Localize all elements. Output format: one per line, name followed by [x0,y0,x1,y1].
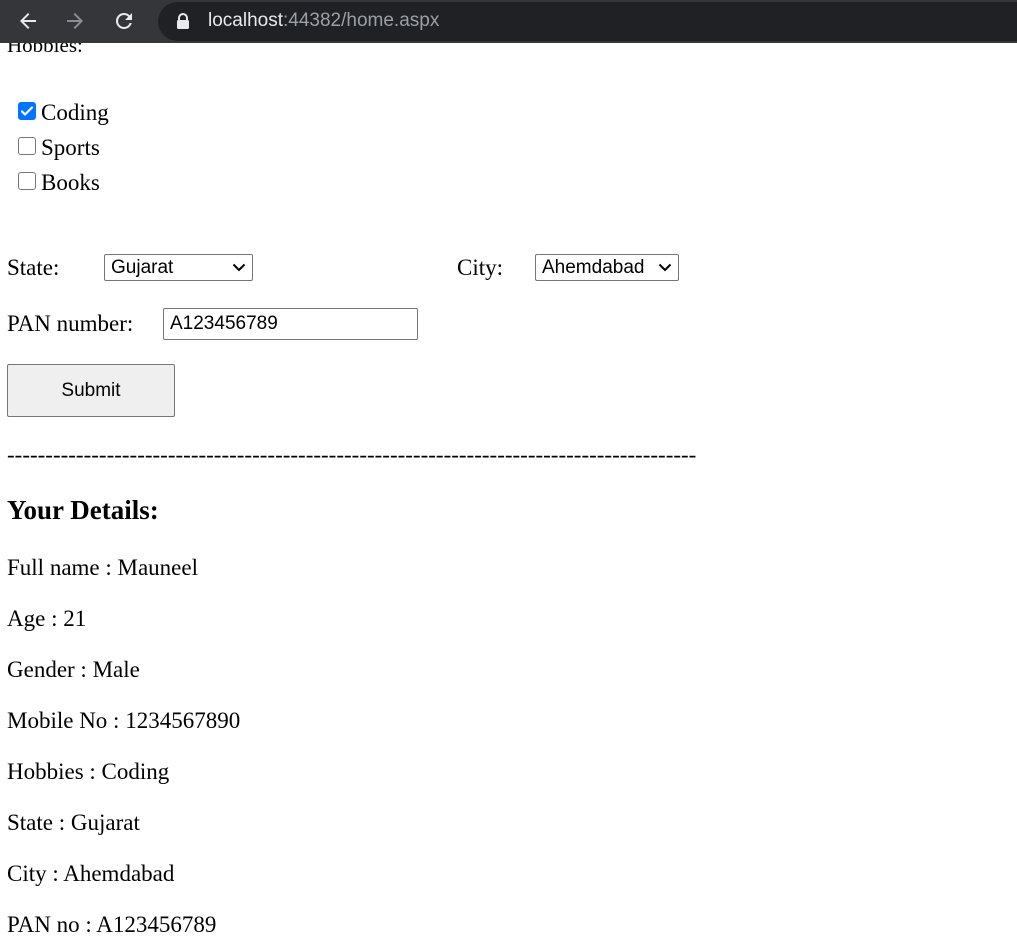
back-button[interactable] [13,6,43,36]
reload-icon [115,12,132,30]
arrow-right-icon [67,13,83,29]
browser-toolbar: localhost:44382/home.aspx [0,0,1017,43]
hobby-sports-checkbox[interactable] [18,137,36,155]
state-select-value: Gujarat [111,257,174,278]
detail-hobbies: Hobbies : Coding [7,759,170,784]
url-text: localhost:44382/home.aspx [208,10,439,32]
hobby-coding-row[interactable]: Coding [18,100,109,126]
detail-pan: PAN no : A123456789 [7,912,217,937]
url-host: localhost [208,10,283,31]
hobby-coding-checkbox[interactable] [18,102,36,120]
hobby-books-label[interactable]: Books [41,170,100,196]
city-select[interactable]: Ahemdabad [535,254,679,281]
hobby-sports-row[interactable]: Sports [18,135,100,161]
city-select-value: Ahemdabad [542,257,645,278]
checkmark-icon [20,106,34,116]
submit-button[interactable]: Submit [7,364,175,417]
divider-line: ----------------------------------------… [7,442,697,467]
forward-button[interactable] [60,6,90,36]
detail-gender: Gender : Male [7,657,140,682]
hobby-coding-label[interactable]: Coding [41,100,109,126]
detail-age: Age : 21 [7,606,87,631]
pan-label: PAN number: [7,311,134,336]
detail-city: City : Ahemdabad [7,861,175,886]
details-heading: Your Details: [7,495,159,525]
detail-mobile: Mobile No : 1234567890 [7,708,241,733]
state-select[interactable]: Gujarat [104,254,253,281]
detail-state: State : Gujarat [7,810,140,835]
page-viewport: Hobbies: Coding Sports Books State: Guja… [0,43,1017,951]
url-path: :44382/home.aspx [283,10,440,31]
detail-full-name: Full name : Mauneel [7,555,198,580]
chevron-down-icon [658,263,672,272]
city-label: City: [457,255,504,280]
hobbies-label: Hobbies: [7,43,83,57]
pan-input[interactable]: A123456789 [163,308,418,340]
lock-icon [177,13,189,29]
chevron-down-icon [232,263,246,272]
hobby-sports-label[interactable]: Sports [41,135,100,161]
reload-button[interactable] [109,6,139,36]
address-bar[interactable]: localhost:44382/home.aspx [158,2,1017,41]
hobby-books-row[interactable]: Books [18,170,100,196]
hobby-books-checkbox[interactable] [18,172,36,190]
state-label: State: [7,255,60,280]
arrow-left-icon [20,13,36,29]
